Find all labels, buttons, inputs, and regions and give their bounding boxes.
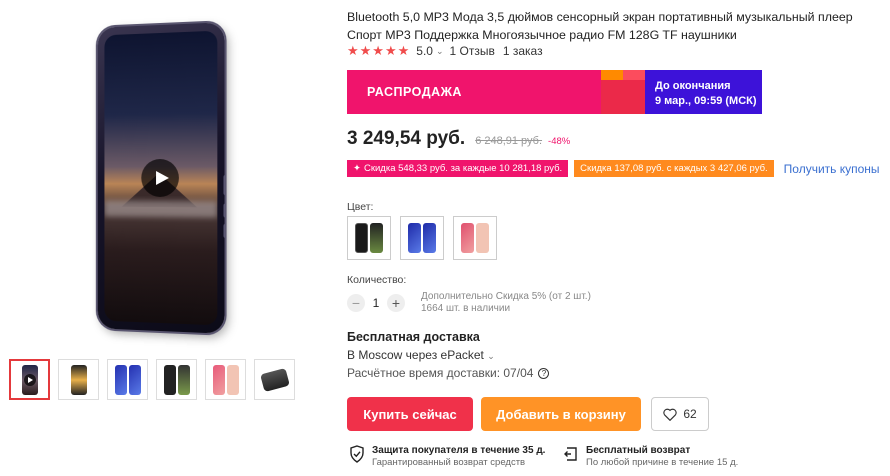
price-row: 3 249,54 руб. 6 248,91 руб. -48% bbox=[347, 128, 570, 150]
thumbnail-5[interactable] bbox=[205, 359, 246, 400]
return-subtitle: По любой причине в течение 15 д. bbox=[586, 457, 739, 468]
buy-now-button[interactable]: Купить сейчас bbox=[347, 397, 473, 431]
sale-ends-label: До окончания bbox=[655, 80, 731, 92]
color-option-pink[interactable] bbox=[453, 216, 497, 260]
sale-countdown: До окончания 9 мар., 09:59 (МСК) bbox=[645, 70, 762, 114]
shipping-destination[interactable]: В Moscow через ePacket ⌄ bbox=[347, 348, 495, 362]
thumbnail-4[interactable] bbox=[156, 359, 197, 400]
thumbnail-strip bbox=[9, 359, 295, 400]
orders-count: 1 заказ bbox=[502, 44, 543, 58]
color-option-black[interactable] bbox=[347, 216, 391, 260]
coupon-orange[interactable]: Скидка 137,08 руб. с каждых 3 427,06 руб… bbox=[574, 160, 774, 177]
color-option-blue[interactable] bbox=[400, 216, 444, 260]
return-icon bbox=[564, 447, 577, 461]
thumbnail-2[interactable] bbox=[58, 359, 99, 400]
color-options bbox=[347, 216, 497, 260]
discount-badge: -48% bbox=[548, 136, 571, 147]
sale-label: РАСПРОДАЖА bbox=[367, 85, 462, 99]
wishlist-button[interactable]: 62 bbox=[651, 397, 709, 431]
chevron-down-icon: ⌄ bbox=[487, 351, 495, 361]
heart-icon bbox=[663, 408, 678, 421]
help-icon[interactable]: ? bbox=[538, 367, 550, 379]
mp3-player-image bbox=[97, 22, 225, 334]
shield-check-icon bbox=[350, 445, 364, 463]
coupon-row: ✦ Скидка 548,33 руб. за каждые 10 281,18 … bbox=[347, 160, 880, 177]
protection-title: Защита покупателя в течение 35 д. bbox=[372, 445, 546, 456]
color-label: Цвет: bbox=[347, 201, 374, 213]
return-title: Бесплатный возврат bbox=[586, 445, 691, 456]
quantity-note: Дополнительно Скидка 5% (от 2 шт.) 1664 … bbox=[421, 291, 591, 314]
plus-icon[interactable]: + bbox=[387, 294, 405, 312]
quantity-label: Количество: bbox=[347, 274, 407, 286]
free-return: Бесплатный возврат По любой причине в те… bbox=[563, 445, 738, 468]
sale-ends-time: 9 мар., 09:59 (МСК) bbox=[655, 95, 757, 107]
product-title: Bluetooth 5,0 MP3 Мода 3,5 дюймов сенсор… bbox=[347, 10, 853, 42]
wishlist-count: 62 bbox=[683, 407, 697, 421]
old-price: 6 248,91 руб. bbox=[475, 135, 543, 147]
thumbnail-video[interactable] bbox=[9, 359, 50, 400]
reviews-link[interactable]: 1 Отзыв bbox=[450, 44, 495, 58]
play-video-icon[interactable] bbox=[141, 158, 179, 198]
shipping-title: Бесплатная доставка bbox=[347, 330, 480, 344]
minus-icon[interactable]: − bbox=[347, 294, 365, 312]
quantity-stepper: − 1 + Дополнительно Скидка 5% (от 2 шт.)… bbox=[347, 291, 591, 315]
thumbnail-3[interactable] bbox=[107, 359, 148, 400]
coupon-red[interactable]: ✦ Скидка 548,33 руб. за каждые 10 281,18 … bbox=[347, 160, 569, 177]
thumbnail-6[interactable] bbox=[254, 359, 295, 400]
rating-row: ★★★★★ 5.0 ⌄ 1 Отзыв 1 заказ bbox=[347, 43, 543, 59]
sale-banner: РАСПРОДАЖА До окончания 9 мар., 09:59 (М… bbox=[347, 70, 762, 114]
chevron-down-icon[interactable]: ⌄ bbox=[436, 46, 444, 57]
buyer-protection: Защита покупателя в течение 35 д. Гарант… bbox=[349, 445, 545, 468]
star-rating-icon: ★★★★★ bbox=[347, 43, 411, 58]
delivery-estimate: Расчётное время доставки: 07/04 ? bbox=[347, 366, 550, 380]
quantity-value[interactable]: 1 bbox=[365, 296, 387, 310]
protection-subtitle: Гарантированный возврат средств bbox=[372, 457, 526, 468]
get-coupons-link[interactable]: Получить купоны bbox=[784, 162, 880, 176]
rating-value: 5.0 bbox=[416, 44, 433, 58]
main-product-image[interactable] bbox=[60, 18, 260, 338]
add-to-cart-button[interactable]: Добавить в корзину bbox=[481, 397, 641, 431]
play-icon bbox=[23, 373, 36, 386]
current-price: 3 249,54 руб. bbox=[347, 128, 466, 149]
